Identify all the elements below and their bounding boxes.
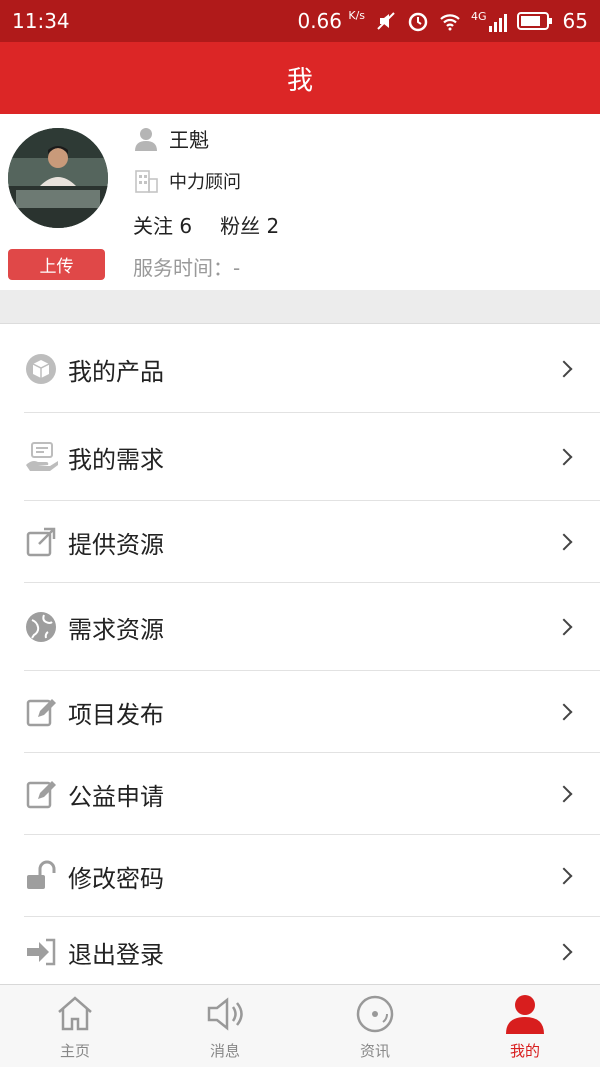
status-bar: 11:34 0.66 K/s 4G 65 (0, 0, 600, 42)
chevron-right-icon (555, 533, 573, 551)
wifi-icon (440, 14, 460, 31)
person-icon (135, 127, 157, 151)
chevron-right-icon (555, 785, 573, 803)
fans-count[interactable]: 粉丝 2 (220, 210, 279, 239)
chevron-right-icon (555, 703, 573, 721)
profile-stats: 关注 6 粉丝 2 (133, 210, 279, 239)
menu-item-my-needs[interactable]: 我的需求 (0, 413, 600, 501)
menu-item-my-products[interactable]: 我的产品 (0, 325, 600, 413)
logout-icon (24, 935, 58, 969)
menu-item-request-resources[interactable]: 需求资源 (0, 583, 600, 671)
chevron-right-icon (555, 943, 573, 961)
menu-item-provide-resources[interactable]: 提供资源 (0, 501, 600, 583)
avatar-photo (8, 128, 108, 228)
bottom-tab-bar: 主页 消息 资讯 我的 (0, 984, 600, 1067)
edit-icon (24, 777, 58, 811)
speaker-icon (207, 996, 243, 1031)
chevron-right-icon (555, 448, 573, 466)
page-header: 我 (0, 42, 600, 114)
home-icon (58, 995, 92, 1030)
profile-company-row: 中力顾问 (133, 168, 241, 194)
box-icon (24, 352, 58, 386)
building-icon (135, 170, 158, 193)
avatar[interactable] (8, 128, 108, 228)
unlock-icon (24, 859, 58, 893)
profile-company: 中力顾问 (169, 172, 241, 193)
edit-icon (24, 695, 58, 729)
chevron-right-icon (555, 867, 573, 885)
upload-button[interactable]: 上传 (8, 249, 105, 280)
disc-icon (356, 995, 394, 1032)
menu-item-change-password[interactable]: 修改密码 (0, 835, 600, 917)
chevron-right-icon (555, 618, 573, 636)
page-title: 我 (286, 65, 313, 96)
follow-count[interactable]: 关注 6 (133, 210, 192, 239)
menu-item-charity-apply[interactable]: 公益申请 (0, 753, 600, 835)
settings-menu: 我的产品 我的需求 提供资源 需求资源 项目发布 公益申请 修改密码 退出登录 (0, 325, 600, 987)
computer-hand-icon (24, 440, 58, 474)
mute-icon (377, 12, 395, 30)
status-time: 11:34 (12, 9, 70, 33)
tab-news[interactable]: 资讯 (300, 985, 450, 1067)
tab-mine[interactable]: 我的 (450, 985, 600, 1067)
user-icon (506, 994, 544, 1034)
section-divider (0, 290, 600, 324)
alarm-icon (408, 12, 428, 32)
tab-messages[interactable]: 消息 (150, 985, 300, 1067)
signal-icon: 4G (471, 10, 507, 32)
profile-name: 王魁 (169, 128, 209, 152)
globe-icon (24, 610, 58, 644)
service-time: 服务时间：- (133, 256, 241, 280)
chevron-right-icon (555, 360, 573, 378)
tab-home[interactable]: 主页 (0, 985, 150, 1067)
menu-item-project-publish[interactable]: 项目发布 (0, 671, 600, 753)
share-icon (24, 525, 58, 559)
profile-card: 上传 王魁 中力顾问 关注 6 粉丝 2 服务时间：- (0, 114, 600, 290)
status-icons: 0.66 K/s 4G 65 (297, 9, 588, 33)
battery-level: 65 (562, 9, 588, 33)
menu-item-logout[interactable]: 退出登录 (0, 917, 600, 987)
profile-name-row: 王魁 (133, 124, 209, 153)
battery-icon (516, 12, 552, 30)
network-speed: 0.66 K/s (297, 9, 366, 33)
